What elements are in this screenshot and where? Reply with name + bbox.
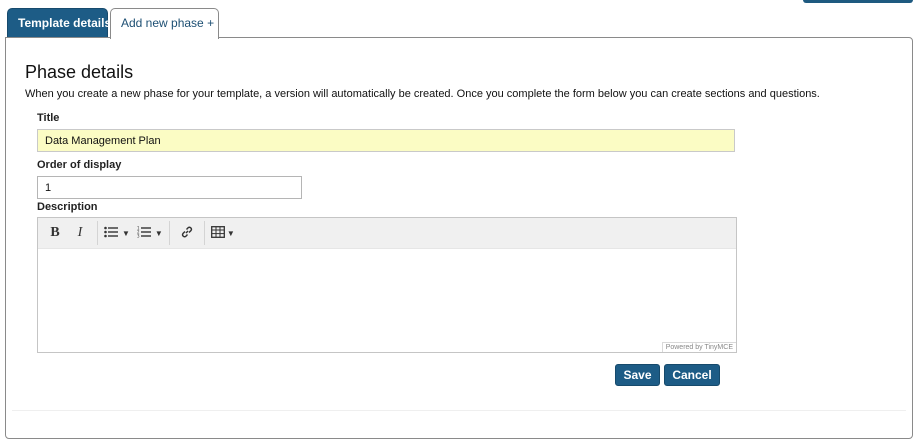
chevron-down-icon[interactable]: ▼ xyxy=(227,229,235,238)
link-button[interactable] xyxy=(176,221,198,245)
italic-icon: I xyxy=(77,225,83,240)
description-textarea[interactable] xyxy=(38,249,736,343)
table-icon xyxy=(210,225,225,241)
italic-button[interactable]: I xyxy=(69,221,91,245)
numbered-list-button[interactable]: 123 ▼ xyxy=(137,221,163,245)
bullet-list-button[interactable]: ▼ xyxy=(104,221,130,245)
chevron-down-icon[interactable]: ▼ xyxy=(122,229,130,238)
table-button[interactable]: ▼ xyxy=(210,221,235,245)
phase-panel: Phase details When you create a new phas… xyxy=(5,37,913,439)
order-input[interactable] xyxy=(37,176,302,199)
bold-icon: B xyxy=(50,225,60,240)
toolbar-divider xyxy=(168,221,170,245)
title-input[interactable] xyxy=(37,129,735,152)
save-button[interactable]: Save xyxy=(615,364,660,386)
numbered-list-icon: 123 xyxy=(137,225,151,241)
chevron-down-icon[interactable]: ▼ xyxy=(155,229,163,238)
svg-text:3: 3 xyxy=(137,233,140,238)
bullet-list-icon xyxy=(104,226,118,241)
order-label: Order of display xyxy=(37,159,122,171)
intro-text: When you create a new phase for your tem… xyxy=(25,88,820,100)
tab-add-new-phase[interactable]: Add new phase + xyxy=(110,8,219,39)
toolbar-divider xyxy=(97,221,98,245)
description-label: Description xyxy=(37,201,98,213)
powered-by-tinymce[interactable]: Powered by TinyMCE xyxy=(661,342,736,352)
cancel-button[interactable]: Cancel xyxy=(664,364,720,386)
editor-toolbar: B I ▼ 123 ▼ ▼ xyxy=(38,218,736,249)
title-label: Title xyxy=(37,112,60,124)
description-editor: B I ▼ 123 ▼ ▼ Powered by TinyMCE xyxy=(37,217,737,353)
divider xyxy=(12,410,906,411)
top-nav-button-edge[interactable] xyxy=(803,0,913,3)
link-icon xyxy=(180,225,194,242)
tab-template-details[interactable]: Template details xyxy=(7,8,111,38)
toolbar-divider xyxy=(203,221,205,245)
page-title: Phase details xyxy=(25,62,134,82)
bold-button[interactable]: B xyxy=(44,221,66,245)
